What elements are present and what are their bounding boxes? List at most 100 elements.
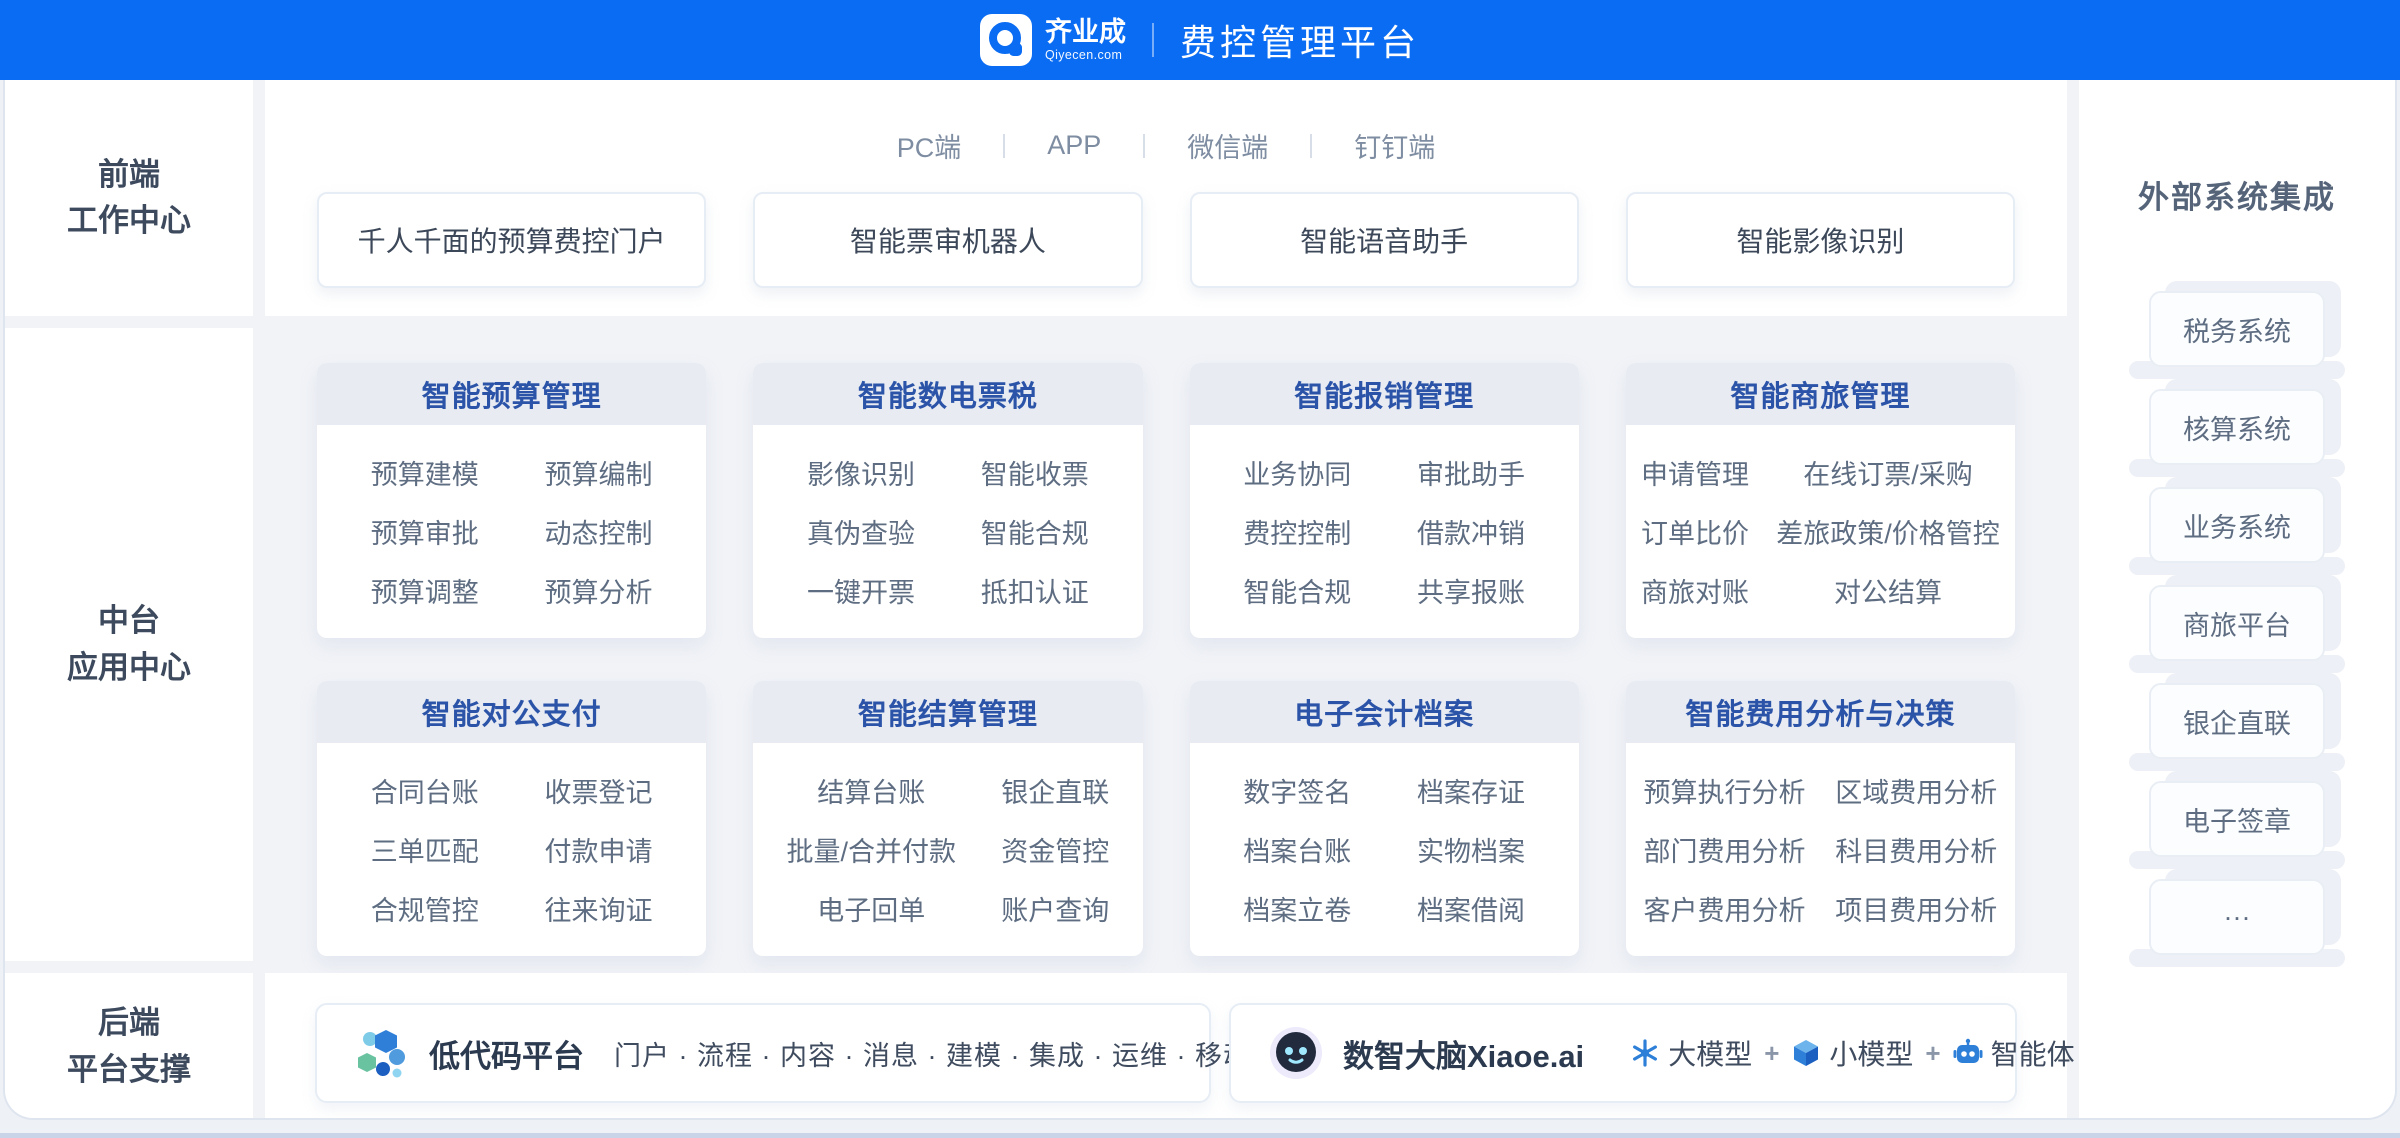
brand: 齐业成 Qiyecen.com — [980, 14, 1126, 66]
row-label-backend: 后端 平台支撑 — [5, 973, 253, 1120]
module-item[interactable]: 对公结算 — [1776, 571, 2000, 610]
module-item[interactable]: 抵扣认证 — [981, 571, 1089, 610]
agent-robot-icon — [1953, 1038, 1983, 1068]
module-card-title: 智能报销管理 — [1190, 363, 1579, 425]
module-item[interactable]: 实物档案 — [1417, 830, 1525, 869]
module-item[interactable]: 智能合规 — [1243, 571, 1351, 610]
row-label-line2: 平台支撑 — [67, 1047, 191, 1094]
frontend-card-budget-portal[interactable]: 千人千面的预算费控门户 — [317, 192, 706, 288]
module-item[interactable]: 预算审批 — [371, 512, 479, 551]
module-item[interactable]: 订单比价 — [1641, 512, 1749, 551]
tab-app[interactable]: APP — [1047, 130, 1101, 161]
large-model-icon — [1630, 1038, 1660, 1068]
external-system-item: 税务系统 — [2149, 291, 2325, 367]
external-systems-panel: 外部系统集成 税务系统 核算系统 业务系统 商旅平台 银企直联 电子 — [2079, 80, 2395, 1120]
module-item[interactable]: 智能合规 — [981, 512, 1089, 551]
module-item[interactable]: 合同台账 — [371, 771, 479, 810]
plus-sign: + — [1764, 1038, 1779, 1069]
module-item[interactable]: 预算分析 — [545, 571, 653, 610]
module-item[interactable]: 数字签名 — [1243, 771, 1351, 810]
external-system-business[interactable]: 业务系统 — [2149, 487, 2325, 563]
external-system-bank-link[interactable]: 银企直联 — [2149, 683, 2325, 759]
ai-brain-card[interactable]: 数智大脑Xiaoe.ai 大模型 + — [1229, 1003, 2017, 1103]
module-item[interactable]: 往来询证 — [545, 889, 653, 928]
frontend-card-voice-assistant[interactable]: 智能语音助手 — [1190, 192, 1579, 288]
module-item[interactable]: 档案台账 — [1243, 830, 1351, 869]
external-systems-list: 税务系统 核算系统 业务系统 商旅平台 银企直联 电子签章 ·· — [2079, 291, 2395, 955]
external-system-e-signature[interactable]: 电子签章 — [2149, 781, 2325, 857]
module-item[interactable]: 档案存证 — [1417, 771, 1525, 810]
module-item[interactable]: 档案借阅 — [1417, 889, 1525, 928]
module-card-budget: 智能预算管理 预算建模 预算编制 预算审批 动态控制 预算调整 预算分析 — [317, 363, 706, 638]
module-item[interactable]: 影像识别 — [807, 453, 915, 492]
module-item[interactable]: 差旅政策/价格管控 — [1776, 512, 2000, 551]
page-title: 费控管理平台 — [1180, 14, 1420, 66]
small-model-icon — [1791, 1038, 1821, 1068]
external-system-accounting[interactable]: 核算系统 — [2149, 389, 2325, 465]
module-item[interactable]: 项目费用分析 — [1835, 889, 1997, 928]
tab-separator — [1003, 134, 1005, 158]
module-item[interactable]: 资金管控 — [1001, 830, 1109, 869]
module-item[interactable]: 预算编制 — [545, 453, 653, 492]
module-item[interactable]: 客户费用分析 — [1644, 889, 1806, 928]
agent-label: 智能体 — [1991, 1033, 2075, 1073]
channel-tabs: PC端 APP 微信端 钉钉端 — [265, 126, 2067, 165]
module-card-body: 业务协同 审批助手 费控控制 借款冲销 智能合规 共享报账 — [1190, 425, 1579, 638]
row-label-line1: 中台 — [98, 598, 160, 645]
module-item[interactable]: 审批助手 — [1417, 453, 1525, 492]
module-item[interactable]: 批量/合并付款 — [786, 830, 956, 869]
header-divider — [1152, 23, 1154, 57]
app-header: 齐业成 Qiyecen.com 费控管理平台 — [0, 0, 2400, 80]
frontend-card-invoice-robot[interactable]: 智能票审机器人 — [753, 192, 1142, 288]
module-item[interactable]: 区域费用分析 — [1835, 771, 1997, 810]
module-item[interactable]: 合规管控 — [371, 889, 479, 928]
frontend-cards: 千人千面的预算费控门户 智能票审机器人 智能语音助手 智能影像识别 — [317, 192, 2015, 288]
module-item[interactable]: 业务协同 — [1243, 453, 1351, 492]
module-item[interactable]: 收票登记 — [545, 771, 653, 810]
module-item[interactable]: 结算台账 — [786, 771, 956, 810]
module-card-digital-invoice-tax: 智能数电票税 影像识别 智能收票 真伪查验 智能合规 一键开票 抵扣认证 — [753, 363, 1142, 638]
module-item[interactable]: 动态控制 — [545, 512, 653, 551]
lowcode-platform-engines: 门户 · 流程 · 内容 · 消息 · 建模 · 集成 · 运维 · 移动等引擎 — [614, 1034, 1335, 1073]
module-item[interactable]: 共享报账 — [1417, 571, 1525, 610]
tab-wechat[interactable]: 微信端 — [1187, 126, 1268, 165]
module-item[interactable]: 预算调整 — [371, 571, 479, 610]
module-item[interactable]: 真伪查验 — [807, 512, 915, 551]
module-row-1: 智能预算管理 预算建模 预算编制 预算审批 动态控制 预算调整 预算分析 智能数… — [317, 363, 2015, 638]
tab-separator — [1310, 134, 1312, 158]
module-card-body: 数字签名 档案存证 档案台账 实物档案 档案立卷 档案借阅 — [1190, 743, 1579, 956]
module-item[interactable]: 预算建模 — [371, 453, 479, 492]
module-item[interactable]: 部门费用分析 — [1644, 830, 1806, 869]
module-item[interactable]: 在线订票/采购 — [1776, 453, 2000, 492]
external-system-travel[interactable]: 商旅平台 — [2149, 585, 2325, 661]
module-card-business-travel: 智能商旅管理 申请管理 在线订票/采购 订单比价 差旅政策/价格管控 商旅对账 … — [1626, 363, 2015, 638]
ai-brain-name: 数智大脑Xiaoe.ai — [1343, 1031, 1584, 1076]
module-item[interactable]: 申请管理 — [1641, 453, 1749, 492]
external-systems-title: 外部系统集成 — [2079, 172, 2395, 217]
module-item[interactable]: 电子回单 — [786, 889, 956, 928]
module-item[interactable]: 一键开票 — [807, 571, 915, 610]
row-label-line1: 后端 — [98, 1000, 160, 1047]
fee-control-platform-diagram: 齐业成 Qiyecen.com 费控管理平台 前端 工作中心 中台 应用中心 后… — [0, 0, 2400, 1138]
small-model-label: 小模型 — [1829, 1033, 1913, 1073]
external-system-more[interactable]: ··· — [2149, 879, 2325, 955]
module-item[interactable]: 科目费用分析 — [1835, 830, 1997, 869]
module-item[interactable]: 三单匹配 — [371, 830, 479, 869]
module-item[interactable]: 借款冲销 — [1417, 512, 1525, 551]
module-item[interactable]: 档案立卷 — [1243, 889, 1351, 928]
frontend-card-image-recognition[interactable]: 智能影像识别 — [1626, 192, 2015, 288]
tab-pc[interactable]: PC端 — [897, 126, 962, 165]
module-item[interactable]: 费控控制 — [1243, 512, 1351, 551]
module-item[interactable]: 智能收票 — [981, 453, 1089, 492]
lowcode-platform-card[interactable]: 低代码平台 门户 · 流程 · 内容 · 消息 · 建模 · 集成 · 运维 ·… — [315, 1003, 1211, 1103]
module-item[interactable]: 付款申请 — [545, 830, 653, 869]
module-item[interactable]: 预算执行分析 — [1644, 771, 1806, 810]
module-card-title: 智能预算管理 — [317, 363, 706, 425]
external-system-tax[interactable]: 税务系统 — [2149, 291, 2325, 367]
module-item[interactable]: 商旅对账 — [1641, 571, 1749, 610]
module-item[interactable]: 银企直联 — [1001, 771, 1109, 810]
module-item[interactable]: 账户查询 — [1001, 889, 1109, 928]
brand-domain: Qiyecen.com — [1045, 48, 1126, 62]
agent: 智能体 — [1953, 1033, 2075, 1073]
tab-dingtalk[interactable]: 钉钉端 — [1354, 126, 1435, 165]
